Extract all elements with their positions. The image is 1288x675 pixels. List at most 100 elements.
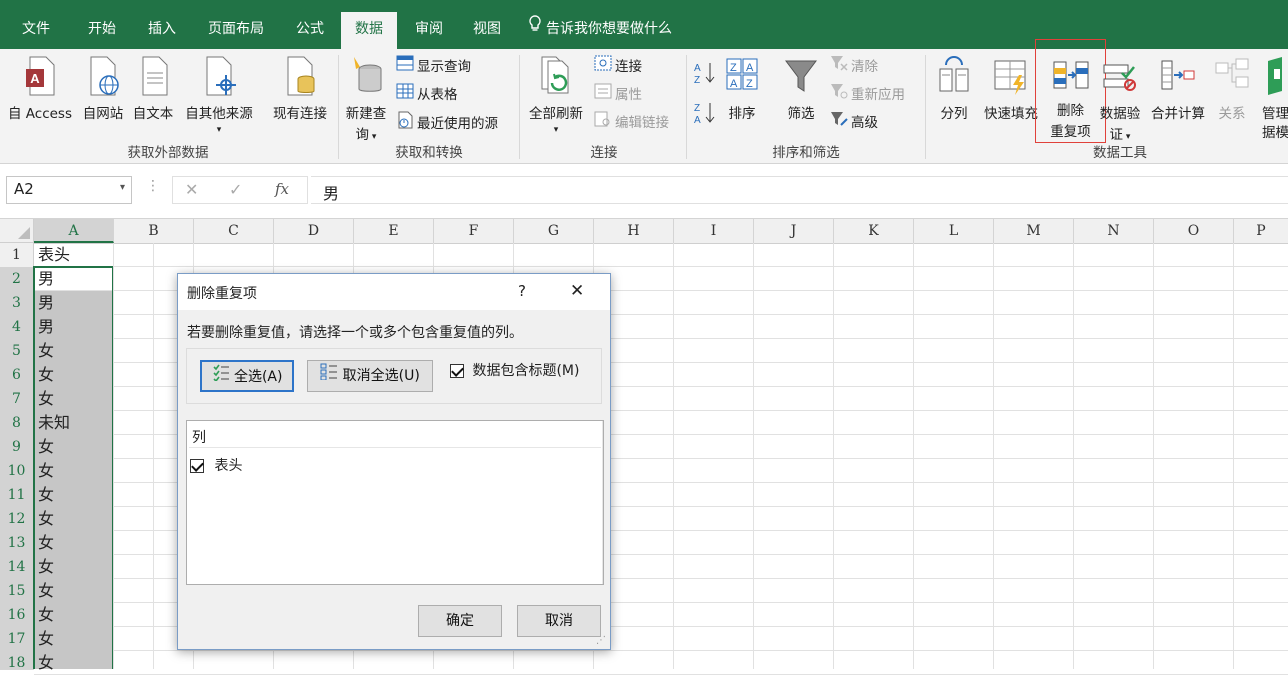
- column-header-p[interactable]: P: [1234, 219, 1288, 243]
- row-header[interactable]: 17: [0, 627, 34, 652]
- reapply-button[interactable]: 重新应用: [830, 83, 905, 107]
- column-header-j[interactable]: J: [754, 219, 834, 243]
- cancel-button[interactable]: 取消: [517, 605, 601, 637]
- ok-button[interactable]: 确定: [418, 605, 502, 637]
- column-header-i[interactable]: I: [674, 219, 754, 243]
- formula-input[interactable]: 男: [311, 176, 1288, 204]
- sort-button[interactable]: ZAAZ 排序: [720, 55, 764, 125]
- sort-ascending-button[interactable]: AZ: [694, 61, 716, 86]
- text-to-columns-label: 分列: [940, 106, 968, 122]
- row-header[interactable]: 10: [0, 459, 34, 484]
- column-header-f[interactable]: F: [434, 219, 514, 243]
- row-header[interactable]: 11: [0, 483, 34, 508]
- clear-filter-button[interactable]: 清除: [830, 55, 878, 79]
- row-header[interactable]: 15: [0, 579, 34, 604]
- new-query-button[interactable]: 新建查 询 ▾: [341, 55, 391, 148]
- filter-button[interactable]: 筛选: [778, 55, 824, 125]
- row-header[interactable]: 5: [0, 339, 34, 364]
- connections-icon: [594, 55, 612, 79]
- from-table-button[interactable]: 从表格: [396, 83, 458, 107]
- tab-data[interactable]: 数据: [341, 12, 397, 49]
- tab-formulas[interactable]: 公式: [284, 12, 336, 49]
- properties-label: 属性: [615, 87, 642, 103]
- tab-home[interactable]: 开始: [76, 12, 128, 49]
- edit-links-button[interactable]: 编辑链接: [594, 111, 669, 135]
- column-header-a[interactable]: A: [34, 219, 114, 243]
- row-header[interactable]: 8: [0, 411, 34, 436]
- tab-insert[interactable]: 插入: [136, 12, 188, 49]
- drag-handle-icon[interactable]: ⋮: [146, 178, 160, 194]
- recent-sources-button[interactable]: 最近使用的源: [396, 111, 498, 135]
- help-button[interactable]: ?: [518, 282, 526, 300]
- row-header[interactable]: 1: [0, 243, 34, 268]
- data-validation-button[interactable]: 数据验 证 ▾: [1094, 55, 1146, 148]
- refresh-all-button[interactable]: 全部刷新 ▾: [523, 55, 589, 135]
- group-label-get-external-data: 获取外部数据: [127, 145, 209, 161]
- show-queries-button[interactable]: 显示查询: [396, 55, 471, 79]
- insert-function-icon[interactable]: fx: [275, 180, 289, 198]
- select-all-button[interactable]: 全选(A): [200, 360, 294, 392]
- relationships-button[interactable]: 关系: [1210, 55, 1254, 125]
- from-text-button[interactable]: 自文本: [128, 55, 178, 125]
- cancel-icon[interactable]: ✕: [185, 180, 198, 199]
- unselect-all-button[interactable]: 取消全选(U): [307, 360, 433, 392]
- from-other-sources-button[interactable]: 自其他来源 ▾: [178, 55, 260, 135]
- sort-descending-button[interactable]: ZA: [694, 101, 716, 126]
- row-header[interactable]: 9: [0, 435, 34, 460]
- sort-za-icon: ZA: [694, 103, 716, 129]
- column-header-n[interactable]: N: [1074, 219, 1154, 243]
- select-all-corner[interactable]: [0, 219, 34, 243]
- from-web-button[interactable]: 自网站: [78, 55, 128, 125]
- column-header-d[interactable]: D: [274, 219, 354, 243]
- group-separator: [925, 55, 926, 159]
- manage-data-model-button[interactable]: 管理 据模: [1256, 55, 1288, 142]
- tell-me-box[interactable]: 告诉我你想要做什么: [528, 12, 698, 49]
- column-header-l[interactable]: L: [914, 219, 994, 243]
- name-box[interactable]: A2 ▾: [6, 176, 132, 204]
- close-icon[interactable]: ✕: [570, 281, 584, 301]
- row-header[interactable]: 16: [0, 603, 34, 628]
- row-header[interactable]: 12: [0, 507, 34, 532]
- column-header-k[interactable]: K: [834, 219, 914, 243]
- row-header[interactable]: 4: [0, 315, 34, 340]
- text-to-columns-button[interactable]: 分列: [932, 55, 976, 125]
- text-to-columns-icon: [932, 55, 976, 104]
- column-header-m[interactable]: M: [994, 219, 1074, 243]
- row-header[interactable]: 2: [0, 267, 34, 292]
- has-headers-checkbox[interactable]: 数据包含标题(M): [450, 360, 579, 382]
- row-header[interactable]: 18: [0, 651, 34, 671]
- checkbox-checked-icon[interactable]: [190, 459, 204, 473]
- properties-button[interactable]: 属性: [594, 83, 642, 107]
- connections-button[interactable]: 连接: [594, 55, 642, 79]
- svg-text:Z: Z: [694, 103, 700, 114]
- enter-check-icon[interactable]: ✓: [229, 180, 242, 199]
- existing-connections-button[interactable]: 现有连接: [266, 55, 334, 125]
- row-header[interactable]: 13: [0, 531, 34, 556]
- checkbox-checked-icon[interactable]: [450, 364, 464, 378]
- row-header[interactable]: 7: [0, 387, 34, 412]
- tab-page-layout[interactable]: 页面布局: [196, 12, 276, 49]
- column-header-h[interactable]: H: [594, 219, 674, 243]
- existing-connections-icon: [266, 55, 334, 104]
- list-item[interactable]: 表头: [190, 455, 242, 475]
- column-header-e[interactable]: E: [354, 219, 434, 243]
- column-header-b[interactable]: B: [114, 219, 194, 243]
- chevron-down-icon: ▾: [553, 125, 559, 135]
- tab-view[interactable]: 视图: [461, 12, 513, 49]
- column-header-c[interactable]: C: [194, 219, 274, 243]
- tab-review[interactable]: 审阅: [403, 12, 455, 49]
- column-header-o[interactable]: O: [1154, 219, 1234, 243]
- refresh-icon: [523, 55, 589, 104]
- advanced-filter-button[interactable]: 高级: [830, 111, 878, 135]
- column-header-g[interactable]: G: [514, 219, 594, 243]
- chevron-down-icon[interactable]: ▾: [120, 182, 125, 193]
- row-header[interactable]: 3: [0, 291, 34, 316]
- resize-grip-icon[interactable]: ⋰: [596, 635, 606, 646]
- consolidate-button[interactable]: 合并计算: [1146, 55, 1210, 125]
- row-header[interactable]: 6: [0, 363, 34, 388]
- tab-file[interactable]: 文件: [10, 12, 62, 49]
- cell-a1[interactable]: 表头: [34, 243, 113, 267]
- row-header[interactable]: 14: [0, 555, 34, 580]
- dialog-title-bar[interactable]: 删除重复项 ? ✕: [178, 274, 610, 310]
- from-access-button[interactable]: A 自 Access: [4, 55, 76, 125]
